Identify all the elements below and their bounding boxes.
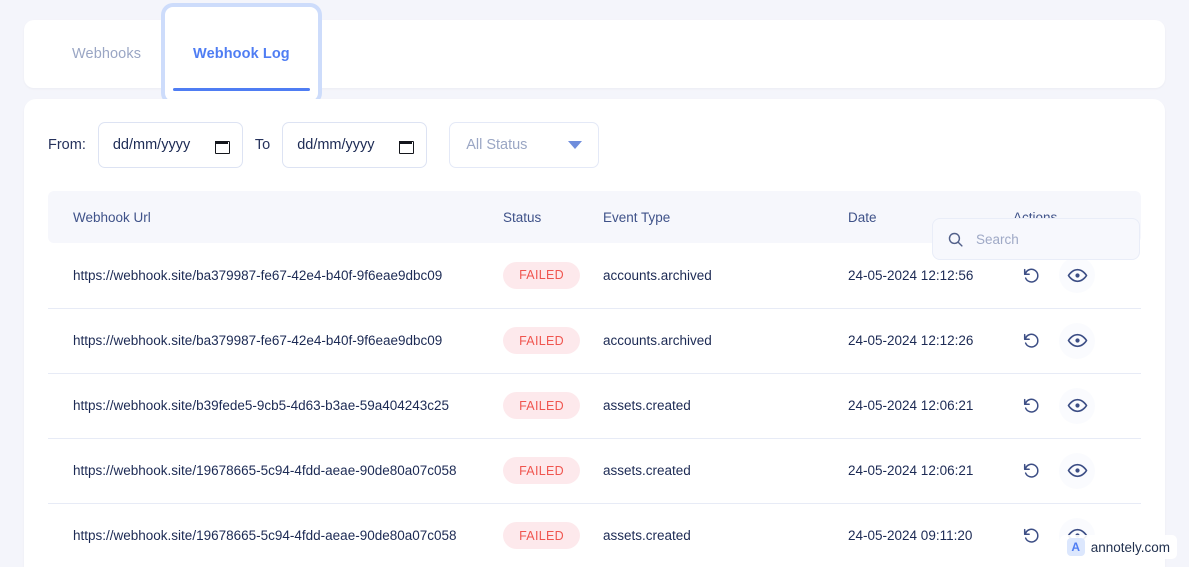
cell-status: FAILED (503, 503, 603, 567)
date-text: 24-05-2024 12:12:26 (848, 333, 974, 348)
date-text: 24-05-2024 09:11:20 (848, 528, 973, 543)
tab-card: Webhooks Webhook Log (24, 7, 1165, 101)
retry-icon[interactable] (1013, 388, 1049, 424)
table-row[interactable]: https://webhook.site/ba379987-fe67-42e4-… (48, 308, 1141, 374)
row-actions (1013, 387, 1141, 424)
event-type-text: accounts.archived (603, 333, 712, 348)
webhook-url-text: https://webhook.site/ba379987-fe67-42e4-… (73, 267, 443, 283)
table-row[interactable]: https://webhook.site/19678665-5c94-4fdd-… (48, 503, 1141, 567)
table-row[interactable]: https://webhook.site/19678665-5c94-4fdd-… (48, 438, 1141, 504)
cell-webhook-url: https://webhook.site/b39fede5-9cb5-4d63-… (48, 373, 503, 439)
column-header-status: Status (503, 191, 603, 243)
row-actions (1013, 322, 1141, 359)
cell-webhook-url: https://webhook.site/ba379987-fe67-42e4-… (48, 308, 503, 374)
event-type-text: assets.created (603, 463, 691, 478)
from-date-value: dd/mm/yyyy (112, 137, 191, 153)
to-label: To (254, 137, 271, 153)
retry-icon[interactable] (1013, 453, 1049, 489)
tab-webhook-log[interactable]: Webhook Log (165, 7, 318, 101)
table-row[interactable]: https://webhook.site/b39fede5-9cb5-4d63-… (48, 373, 1141, 439)
cell-event-type: assets.created (603, 438, 848, 504)
column-header-event-type: Event Type (603, 191, 848, 243)
date-text: 24-05-2024 12:12:56 (848, 267, 974, 283)
retry-icon[interactable] (1013, 257, 1049, 293)
to-date-value: dd/mm/yyyy (297, 137, 375, 153)
cell-webhook-url: https://webhook.site/ba379987-fe67-42e4-… (48, 243, 503, 309)
event-type-text: assets.created (603, 398, 691, 413)
cell-status: FAILED (503, 243, 603, 309)
cell-date: 24-05-2024 12:06:21 (848, 438, 1013, 504)
status-filter-select[interactable]: All Status (449, 122, 600, 168)
cell-event-type: assets.created (603, 373, 848, 439)
event-type-text: accounts.archived (603, 267, 712, 283)
tab-strip: Webhooks Webhook Log (24, 7, 1165, 101)
status-badge: FAILED (503, 457, 580, 484)
status-badge: FAILED (503, 261, 580, 289)
date-text: 24-05-2024 12:06:21 (848, 398, 974, 413)
tab-webhook-log-label: Webhook Log (193, 46, 290, 62)
status-badge: FAILED (503, 522, 580, 549)
row-actions (1013, 257, 1141, 294)
view-icon[interactable] (1059, 257, 1095, 294)
status-filter-value: All Status (466, 137, 528, 153)
webhook-url-text: https://webhook.site/b39fede5-9cb5-4d63-… (73, 398, 450, 413)
cell-date: 24-05-2024 12:06:21 (848, 373, 1013, 439)
column-header-webhook-url: Webhook Url (48, 191, 503, 243)
search-box[interactable] (932, 218, 1140, 260)
watermark-label: annotely.com (1090, 539, 1170, 555)
webhook-url-text: https://webhook.site/ba379987-fe67-42e4-… (73, 333, 443, 348)
from-label: From: (48, 137, 86, 153)
cell-webhook-url: https://webhook.site/19678665-5c94-4fdd-… (48, 503, 503, 567)
app-root: Webhooks Webhook Log From: dd/mm/yyyy To… (0, 0, 1189, 567)
tab-webhooks-label: Webhooks (72, 46, 142, 62)
webhook-url-text: https://webhook.site/19678665-5c94-4fdd-… (73, 528, 457, 543)
search-input[interactable] (976, 231, 1125, 247)
cell-status: FAILED (503, 438, 603, 504)
cell-event-type: accounts.archived (603, 243, 848, 309)
cell-webhook-url: https://webhook.site/19678665-5c94-4fdd-… (48, 438, 503, 504)
main-card: From: dd/mm/yyyy To dd/mm/yyyy All Statu… (24, 99, 1165, 567)
view-icon[interactable] (1059, 322, 1095, 359)
filter-bar: From: dd/mm/yyyy To dd/mm/yyyy All Statu… (24, 99, 1165, 191)
watermark: A annotely.com (1059, 535, 1177, 559)
cell-actions (1013, 308, 1141, 374)
cell-status: FAILED (503, 308, 603, 374)
row-actions (1013, 452, 1141, 489)
cell-actions (1013, 438, 1141, 504)
chevron-down-icon (568, 141, 583, 149)
cell-date: 24-05-2024 09:11:20 (848, 503, 1013, 567)
status-badge: FAILED (503, 392, 580, 419)
to-date-input[interactable]: dd/mm/yyyy (282, 122, 428, 168)
cell-event-type: assets.created (603, 503, 848, 567)
cell-date: 24-05-2024 12:12:26 (848, 308, 1013, 374)
search-icon (948, 232, 963, 247)
view-icon[interactable] (1059, 387, 1095, 424)
calendar-icon[interactable] (399, 138, 415, 154)
table-body: https://webhook.site/ba379987-fe67-42e4-… (48, 243, 1141, 567)
from-date-input[interactable]: dd/mm/yyyy (97, 122, 243, 168)
cell-event-type: accounts.archived (603, 308, 848, 374)
cell-actions (1013, 373, 1141, 439)
tab-webhooks[interactable]: Webhooks (48, 20, 165, 88)
retry-icon[interactable] (1013, 518, 1049, 554)
cell-status: FAILED (503, 373, 603, 439)
webhook-url-text: https://webhook.site/19678665-5c94-4fdd-… (73, 463, 457, 478)
view-icon[interactable] (1059, 452, 1095, 489)
annotely-logo-icon: A (1066, 538, 1085, 556)
date-text: 24-05-2024 12:06:21 (848, 463, 974, 478)
retry-icon[interactable] (1013, 323, 1049, 359)
calendar-icon[interactable] (214, 138, 230, 154)
event-type-text: assets.created (603, 528, 691, 543)
status-badge: FAILED (503, 327, 580, 354)
